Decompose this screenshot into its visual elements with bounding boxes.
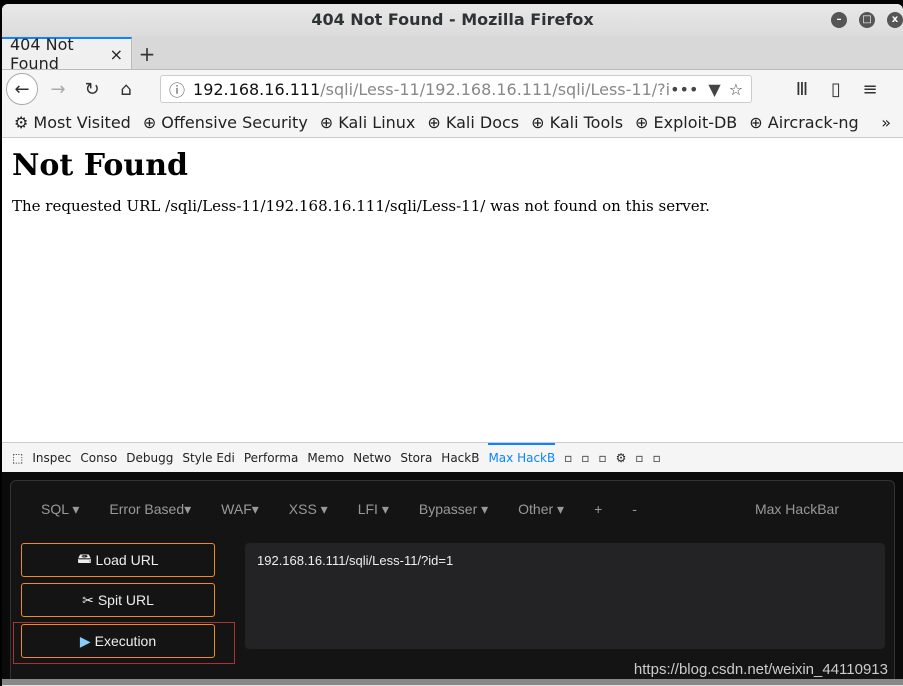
library-icon[interactable]: Ⅲ: [788, 75, 816, 103]
nav-bar: ← → ↻ ⌂ ⓘ 192.168.16.111/sqli/Less-11/19…: [2, 70, 903, 108]
hackbar-menu-item[interactable]: +: [594, 501, 602, 518]
screenshot-icon[interactable]: ▫: [599, 451, 607, 465]
url-path: /sqli/Less-11/192.168.16.111/sqli/Less-1…: [320, 79, 671, 99]
layout-icon[interactable]: ▫: [564, 451, 572, 465]
bookmarks-bar: ⚙ Most Visited ⊕ Offensive Security ⊕ Kali…: [2, 108, 903, 138]
load-url-button[interactable]: 🖴 Load URL: [21, 543, 215, 577]
split-icon: ✂: [82, 591, 94, 608]
hackbar-menu: SQL ▾ Error Based▾ WAF▾ XSS ▾ LFI ▾ Bypasser …: [11, 481, 894, 518]
page-heading: Not Found: [12, 148, 189, 183]
hackbar-panel: SQL ▾ Error Based▾ WAF▾ XSS ▾ LFI ▾ Bypasser …: [2, 472, 903, 685]
bookmark-item[interactable]: ⊕ Exploit-DB: [635, 113, 737, 132]
bookmark-item[interactable]: ⊕ Aircrack-ng: [749, 113, 858, 132]
page-actions-icon[interactable]: •••: [670, 80, 698, 99]
new-tab-button[interactable]: +: [132, 39, 162, 69]
devtools-tab[interactable]: Max HackB: [488, 442, 556, 465]
hackbar-menu-item[interactable]: SQL ▾: [41, 501, 79, 518]
hackbar-menu-item[interactable]: Error Based▾: [109, 501, 191, 518]
tab-close-icon[interactable]: ×: [110, 45, 123, 64]
tab-label: 404 Not Found: [10, 35, 74, 73]
watermark: https://blog.csdn.net/weixin_44110913: [633, 661, 888, 678]
execution-button[interactable]: ▶ Execution: [21, 624, 215, 658]
bookmark-item[interactable]: ⊕ Kali Linux: [320, 113, 416, 132]
sidebar-icon[interactable]: ▯: [822, 75, 850, 103]
forward-icon[interactable]: →: [44, 75, 72, 103]
url-textarea[interactable]: 192.168.16.111/sqli/Less-11/?id=1: [245, 543, 885, 649]
firefox-window: 404 Not Found - Mozilla Firefox – □ x 404 …: [2, 4, 903, 686]
devtools-tab[interactable]: Style Edi: [182, 451, 235, 465]
execution-label: Execution: [94, 633, 157, 649]
bookmark-item[interactable]: ⚙ Most Visited: [14, 113, 131, 132]
minimize-icon[interactable]: –: [831, 12, 847, 28]
devtools-tab[interactable]: Performa: [244, 451, 298, 465]
dock-icon[interactable]: ▫: [635, 451, 643, 465]
back-icon[interactable]: ←: [6, 73, 38, 105]
devtools-tab[interactable]: Debugg: [126, 451, 173, 465]
window-title: 404 Not Found - Mozilla Firefox: [311, 10, 594, 29]
split-url-label: Spit URL: [97, 592, 154, 608]
devtools-toolbar: ⬚ Inspec Conso Debugg Style Edi Performa Memo…: [2, 442, 903, 472]
hackbar-brand: Max HackBar: [754, 501, 839, 517]
error-message: The requested URL /sqli/Less-11/192.168.…: [12, 197, 710, 215]
load-icon: 🖴: [77, 550, 92, 566]
horizontal-scrollbar[interactable]: [2, 679, 903, 685]
url-host: 192.168.16.111: [193, 79, 321, 99]
hackbar-menu-item[interactable]: Bypasser ▾: [419, 501, 488, 518]
pocket-icon[interactable]: ▼: [708, 80, 720, 99]
tab-404[interactable]: 404 Not Found ×: [2, 35, 132, 73]
hackbar-menu-item[interactable]: WAF▾: [221, 501, 259, 518]
element-picker-icon[interactable]: ⬚: [12, 451, 23, 465]
settings-icon[interactable]: ⚙: [616, 451, 627, 465]
page-content: Not Found The requested URL /sqli/Less-1…: [2, 138, 903, 442]
url-bar[interactable]: ⓘ 192.168.16.111/sqli/Less-11/192.168.16…: [160, 75, 752, 103]
hackbar-menu-item[interactable]: XSS ▾: [289, 501, 328, 518]
devtools-tab[interactable]: Stora: [400, 451, 432, 465]
devtools-tab[interactable]: Netwo: [353, 451, 391, 465]
info-icon[interactable]: ⓘ: [169, 77, 185, 101]
title-bar: 404 Not Found - Mozilla Firefox – □ x: [2, 4, 903, 36]
split-url-button[interactable]: ✂ Spit URL: [21, 583, 215, 617]
tab-strip: 404 Not Found × +: [2, 35, 903, 73]
bookmark-item[interactable]: ⊕ Offensive Security: [143, 113, 308, 132]
bookmark-item[interactable]: ⊕ Kali Docs: [427, 113, 519, 132]
popout-icon[interactable]: ▫: [653, 451, 661, 465]
responsive-icon[interactable]: ▫: [581, 451, 589, 465]
hackbar-menu-item[interactable]: Other ▾: [518, 501, 564, 518]
close-window-icon[interactable]: x: [887, 12, 903, 28]
home-icon[interactable]: ⌂: [112, 75, 140, 103]
devtools-tab[interactable]: HackB: [441, 451, 479, 465]
devtools-tab[interactable]: Conso: [80, 451, 117, 465]
play-icon: ▶: [79, 632, 91, 649]
devtools-tab[interactable]: Memo: [307, 451, 344, 465]
maximize-icon[interactable]: □: [859, 12, 875, 28]
bookmarks-overflow-icon[interactable]: »: [881, 113, 891, 132]
bookmark-item[interactable]: ⊕ Kali Tools: [531, 113, 623, 132]
devtools-tab[interactable]: Inspec: [32, 451, 71, 465]
hackbar-menu-item[interactable]: LFI ▾: [358, 501, 389, 518]
reload-icon[interactable]: ↻: [78, 75, 106, 103]
hackbar-menu-item[interactable]: -: [632, 501, 637, 518]
load-url-label: Load URL: [95, 552, 159, 568]
bookmark-star-icon[interactable]: ☆: [729, 80, 743, 99]
menu-icon[interactable]: ≡: [856, 75, 884, 103]
